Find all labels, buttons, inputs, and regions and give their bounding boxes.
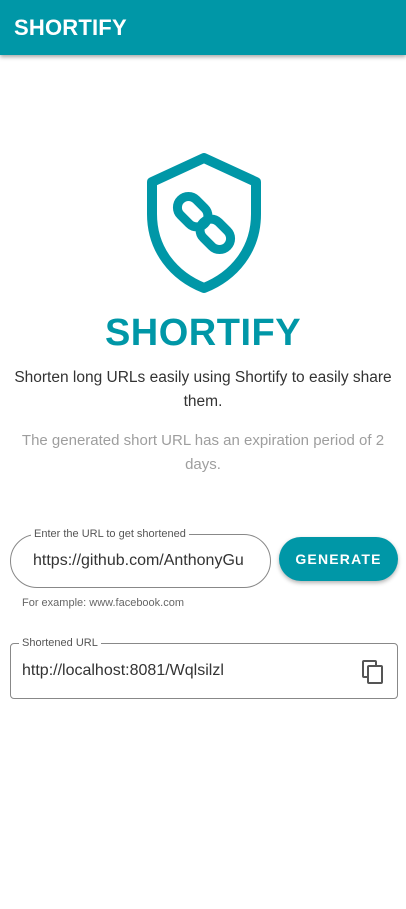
generate-button[interactable]: GENERATE [279,537,398,581]
url-helper-text: For example: www.facebook.com [22,597,185,609]
shortened-url-value[interactable]: http://localhost:8081/Wqlsilzl [22,662,224,680]
app-bar: SHORTIFY [0,0,406,55]
shortened-url-label: Shortened URL [19,637,101,649]
app-title: SHORTIFY [14,14,127,40]
shortened-url-field[interactable]: http://localhost:8081/Wqlsilzl [10,643,398,699]
brand-title: SHORTIFY [104,312,302,354]
expiration-note: The generated short URL has an expiratio… [21,432,385,473]
url-input[interactable] [33,552,269,570]
shield-link-icon [147,153,261,293]
description-text: Shorten long URLs easily using Shortify … [14,369,392,410]
url-input-label: Enter the URL to get shortened [31,528,189,540]
copy-icon[interactable] [362,660,384,684]
url-input-field[interactable] [10,534,271,588]
